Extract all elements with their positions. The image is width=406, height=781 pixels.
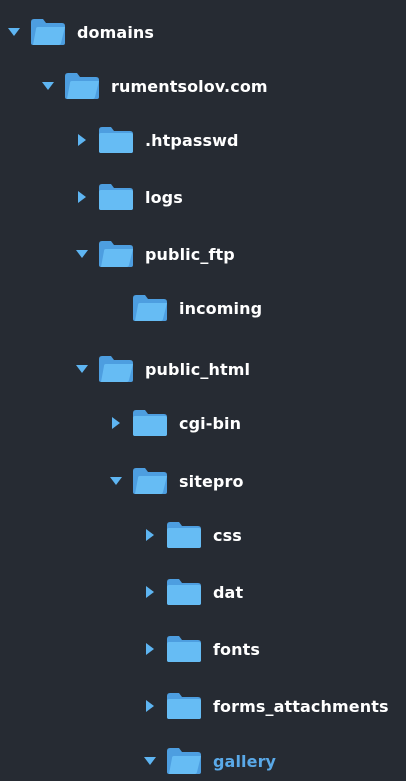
caret-down-icon[interactable] <box>108 473 124 489</box>
tree-node-label-active: gallery <box>213 751 277 771</box>
folder-icon <box>166 691 202 721</box>
caret-right-icon[interactable] <box>142 527 158 543</box>
caret-down-icon[interactable] <box>40 78 56 94</box>
caret-down-icon[interactable] <box>74 361 90 377</box>
tree-node-label: logs <box>145 187 183 207</box>
tree-node-label: .htpasswd <box>145 130 239 150</box>
caret-right-icon[interactable] <box>142 584 158 600</box>
tree-node-logs[interactable]: logs <box>74 177 183 217</box>
tree-node-label: css <box>213 525 242 545</box>
folder-icon <box>166 520 202 550</box>
caret-right-icon[interactable] <box>74 189 90 205</box>
tree-node-label: fonts <box>213 639 261 659</box>
folder-icon <box>166 577 202 607</box>
tree-node-cgi-bin[interactable]: cgi-bin <box>108 403 241 443</box>
caret-right-icon[interactable] <box>74 132 90 148</box>
folder-open-icon <box>30 17 66 47</box>
folder-open-icon <box>132 466 168 496</box>
tree-node-label: rumentsolov.com <box>111 76 268 96</box>
tree-node-fonts[interactable]: fonts <box>142 629 260 669</box>
caret-right-icon[interactable] <box>142 641 158 657</box>
caret-down-icon[interactable] <box>6 24 22 40</box>
folder-icon <box>132 408 168 438</box>
folder-icon <box>98 182 134 212</box>
tree-node-label: sitepro <box>179 471 244 491</box>
tree-node-dat[interactable]: dat <box>142 572 243 612</box>
tree-node-public-ftp[interactable]: public_ftp <box>74 234 235 274</box>
tree-node-public-html[interactable]: public_html <box>74 349 250 389</box>
folder-open-icon <box>132 293 168 323</box>
tree-node-htpasswd[interactable]: .htpasswd <box>74 120 239 160</box>
tree-node-gallery[interactable]: gallery <box>142 741 276 781</box>
tree-node-forms-attachments[interactable]: forms_attachments <box>142 686 389 726</box>
tree-node-incoming[interactable]: incoming <box>108 288 262 328</box>
folder-icon <box>98 125 134 155</box>
tree-node-sitepro[interactable]: sitepro <box>108 461 244 501</box>
folder-open-icon <box>98 239 134 269</box>
caret-down-icon[interactable] <box>142 753 158 769</box>
tree-node-label: forms_attachments <box>213 696 389 716</box>
caret-right-icon[interactable] <box>108 415 124 431</box>
tree-node-label: cgi-bin <box>179 413 242 433</box>
folder-open-icon <box>166 746 202 776</box>
folder-icon <box>166 634 202 664</box>
folder-open-icon <box>98 354 134 384</box>
tree-node-css[interactable]: css <box>142 515 242 555</box>
tree-node-label: incoming <box>179 298 263 318</box>
tree-node-label: public_html <box>145 359 251 379</box>
tree-node-label: domains <box>77 22 155 42</box>
caret-down-icon[interactable] <box>74 246 90 262</box>
folder-open-icon <box>64 71 100 101</box>
tree-node-rumentsolov-com[interactable]: rumentsolov.com <box>40 66 268 106</box>
tree-node-domains[interactable]: domains <box>6 12 154 52</box>
tree-node-label: dat <box>213 582 244 602</box>
caret-right-icon[interactable] <box>142 698 158 714</box>
tree-node-label: public_ftp <box>145 244 235 264</box>
